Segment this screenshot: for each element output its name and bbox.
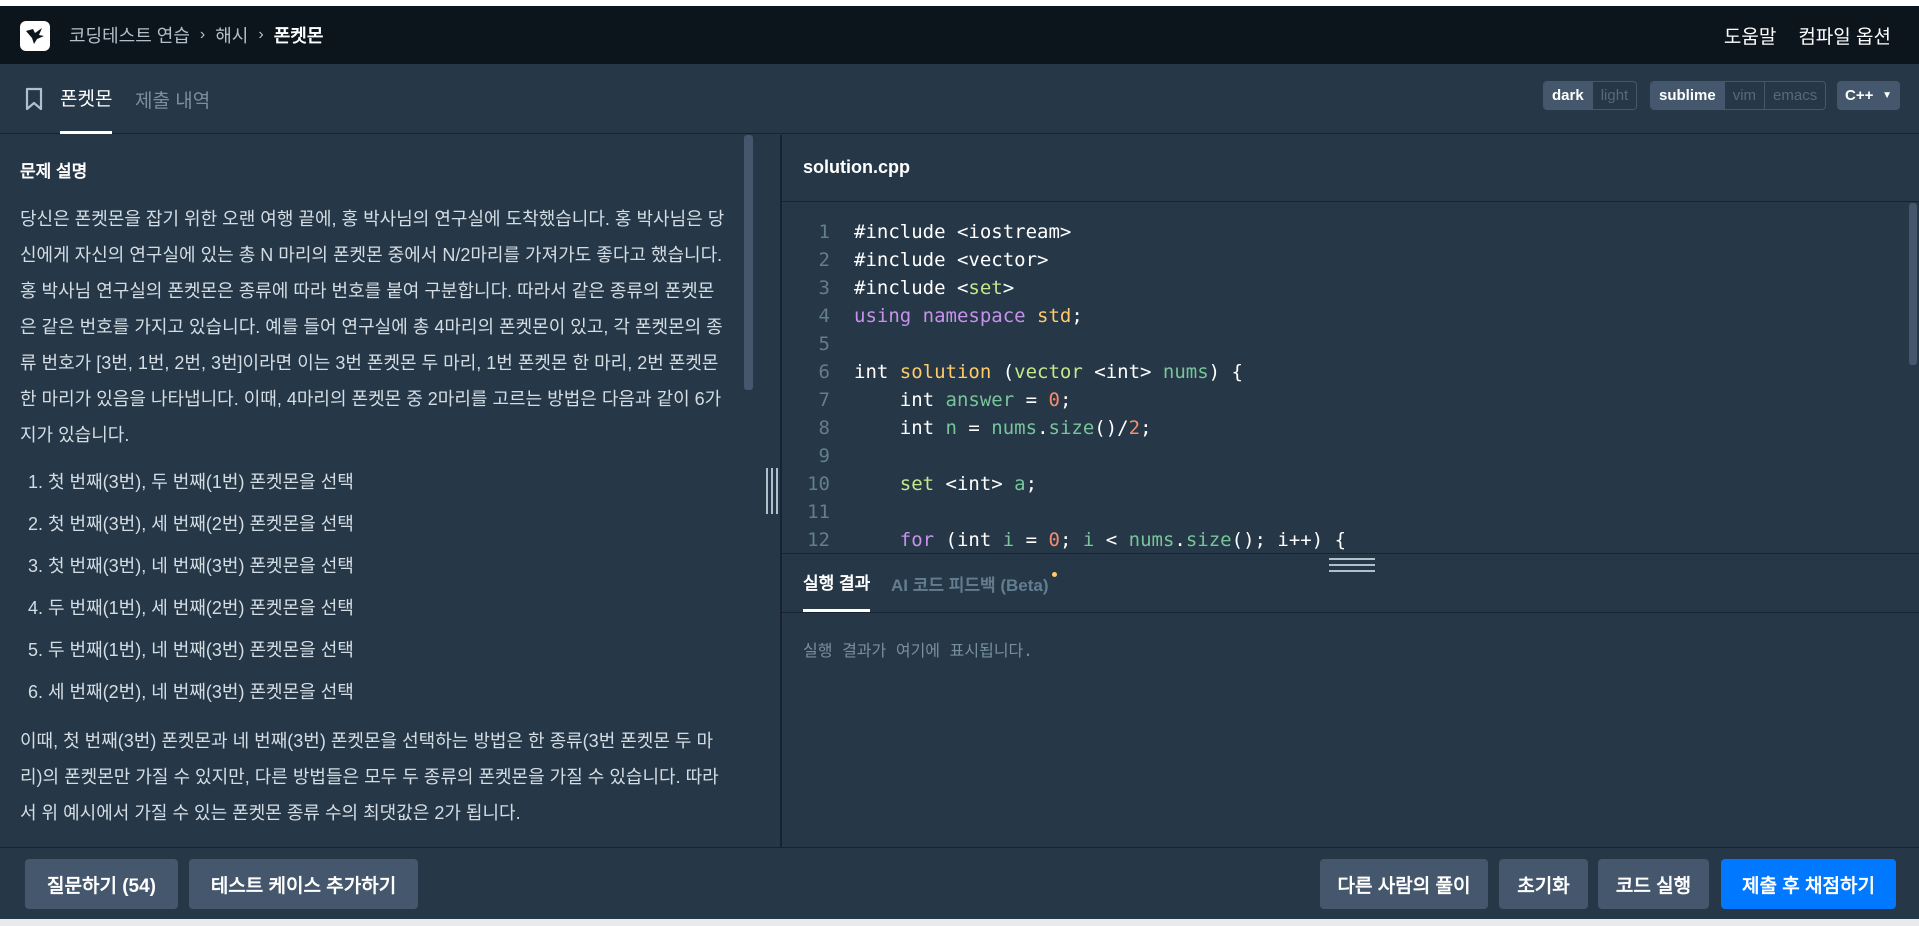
list-item: 첫 번째(3번), 네 번째(3번) 폰켓몬을 선택 xyxy=(48,545,725,587)
list-item: 첫 번째(3번), 두 번째(1번) 폰켓몬을 선택 xyxy=(48,461,725,503)
problem-title: 문제 설명 xyxy=(20,162,88,181)
line-number: 3 xyxy=(818,277,830,299)
window-bottom-edge xyxy=(0,919,1919,926)
editor-resize-handle[interactable] xyxy=(1329,558,1375,572)
file-name-tab[interactable]: solution.cpp xyxy=(803,157,910,178)
code-line: 10 set <int> a; xyxy=(782,473,1919,501)
problem-body: 당신은 폰켓몬을 잡기 위한 오랜 여행 끝에, 홍 박사님의 연구실에 도착했… xyxy=(20,201,725,831)
problem-paragraph: 홍 박사님 연구실의 폰켓몬은 종류에 따라 번호를 붙여 구분합니다. 따라서… xyxy=(20,281,723,445)
action-footer: 질문하기 (54) 테스트 케이스 추가하기 다른 사람의 풀이 초기화 코드 … xyxy=(0,847,1919,919)
ask-question-button[interactable]: 질문하기 (54) xyxy=(25,859,178,909)
breadcrumb-item-hash[interactable]: 해시 xyxy=(215,22,248,48)
tab-submissions[interactable]: 제출 내역 xyxy=(135,64,210,134)
subheader: 폰켓몬 제출 내역 dark light sublime vim emacs C… xyxy=(0,64,1919,134)
code-line: 12 for (int i = 0; i < nums.size(); i++)… xyxy=(782,529,1919,553)
line-number: 1 xyxy=(818,221,830,243)
editor-scrollbar[interactable] xyxy=(1909,203,1917,365)
keymap-sublime-option[interactable]: sublime xyxy=(1651,82,1724,109)
top-header: 코딩테스트 연습 › 해시 › 폰켓몬 도움말 컴파일 옵션 xyxy=(0,6,1919,64)
list-item: 두 번째(1번), 세 번째(2번) 폰켓몬을 선택 xyxy=(48,587,725,629)
code-line: 8 int n = nums.size()/2; xyxy=(782,417,1919,445)
keymap-toggle: sublime vim emacs xyxy=(1650,81,1827,110)
code-line: 9 xyxy=(782,445,1919,473)
language-select[interactable]: C++ ▼ xyxy=(1837,81,1900,110)
compile-options-link[interactable]: 컴파일 옵션 xyxy=(1798,22,1891,49)
line-number: 9 xyxy=(818,445,830,467)
theme-toggle: dark light xyxy=(1543,81,1638,110)
code-line: 4 using namespace std; xyxy=(782,305,1919,333)
caret-down-icon: ▼ xyxy=(1882,90,1892,101)
breadcrumb-item-current: 폰켓몬 xyxy=(273,26,324,46)
theme-light-option[interactable]: light xyxy=(1591,82,1637,109)
problem-paragraph: 이때, 첫 번째(3번) 폰켓몬과 네 번째(3번) 폰켓몬을 선택하는 방법은… xyxy=(20,731,719,823)
code-line: 6 int solution (vector <int> nums) { xyxy=(782,361,1919,389)
panel-resize-handle[interactable] xyxy=(766,468,778,514)
language-select-value: C++ xyxy=(1845,87,1874,104)
programmers-logo-icon[interactable] xyxy=(20,21,50,51)
add-test-case-button[interactable]: 테스트 케이스 추가하기 xyxy=(189,859,418,909)
tab-problem[interactable]: 폰켓몬 xyxy=(60,64,113,134)
new-badge-dot-icon xyxy=(1051,571,1057,577)
line-number: 10 xyxy=(807,473,830,495)
code-line: 3 #include <set> xyxy=(782,277,1919,305)
line-number: 7 xyxy=(818,389,830,411)
submit-button[interactable]: 제출 후 채점하기 xyxy=(1721,859,1896,909)
code-text: int solution (vector <int> nums) { xyxy=(854,361,1243,383)
help-link[interactable]: 도움말 xyxy=(1724,22,1776,49)
code-panel: solution.cpp 1 #include <iostream> 2 #incl… xyxy=(782,135,1919,847)
line-number: 6 xyxy=(818,361,830,383)
code-text: using namespace std; xyxy=(854,305,1083,327)
list-item: 세 번째(2번), 네 번째(3번) 폰켓몬을 선택 xyxy=(48,671,725,713)
file-tab-bar: solution.cpp xyxy=(782,135,1919,202)
code-text: for (int i = 0; i < nums.size(); i++) { xyxy=(899,529,1347,551)
others-solutions-button[interactable]: 다른 사람의 풀이 xyxy=(1320,859,1488,909)
code-line: 5 xyxy=(782,333,1919,361)
breadcrumb: 코딩테스트 연습 › 해시 › 폰켓몬 xyxy=(69,6,323,64)
description-scrollbar[interactable] xyxy=(744,135,753,390)
code-text: int answer = 0; xyxy=(854,389,1072,411)
problem-description-panel: 문제 설명 당신은 폰켓몬을 잡기 위한 오랜 여행 끝에, 홍 박사님의 연구… xyxy=(0,135,757,847)
code-line: 1 #include <iostream> xyxy=(782,221,1919,249)
line-number: 5 xyxy=(818,333,830,355)
line-number: 8 xyxy=(818,417,830,439)
code-line: 7 int answer = 0; xyxy=(782,389,1919,417)
tab-run-result[interactable]: 실행 결과 xyxy=(803,554,871,612)
code-text: #include <iostream> xyxy=(854,221,1072,243)
list-item: 두 번째(1번), 네 번째(3번) 폰켓몬을 선택 xyxy=(48,629,725,671)
tab-ai-feedback[interactable]: AI 코드 피드백 (Beta) xyxy=(891,554,1057,612)
tab-ai-feedback-label: AI 코드 피드백 (Beta) xyxy=(891,575,1049,595)
keymap-vim-option[interactable]: vim xyxy=(1723,82,1764,109)
code-text: #include <vector> xyxy=(854,249,1049,271)
result-output: 실행 결과가 여기에 표시됩니다. xyxy=(803,641,1033,660)
code-text: #include <set> xyxy=(854,277,1015,299)
code-text: int n = nums.size()/2; xyxy=(854,417,1152,439)
chevron-right-icon: › xyxy=(199,26,206,43)
line-number: 4 xyxy=(818,305,830,327)
line-number: 12 xyxy=(807,529,830,551)
code-editor[interactable]: 1 #include <iostream> 2 #include <vector> … xyxy=(782,203,1919,553)
line-number: 2 xyxy=(818,249,830,271)
chevron-right-icon: › xyxy=(258,26,264,43)
keymap-emacs-option[interactable]: emacs xyxy=(1764,82,1825,109)
line-number: 11 xyxy=(807,501,830,523)
selection-options-list: 첫 번째(3번), 두 번째(1번) 폰켓몬을 선택 첫 번째(3번), 세 번… xyxy=(48,461,725,713)
problem-paragraph: 당신은 폰켓몬을 잡기 위한 오랜 여행 끝에, 홍 박사님의 연구실에 도착했… xyxy=(20,209,725,265)
code-line: 2 #include <vector> xyxy=(782,249,1919,277)
code-text: set <int> a; xyxy=(899,473,1038,495)
bookmark-icon[interactable] xyxy=(24,87,44,116)
breadcrumb-item-coding-test[interactable]: 코딩테스트 연습 xyxy=(69,22,190,48)
code-line: 11 xyxy=(782,501,1919,529)
reset-button[interactable]: 초기화 xyxy=(1499,859,1588,909)
list-item: 첫 번째(3번), 세 번째(2번) 폰켓몬을 선택 xyxy=(48,503,725,545)
run-code-button[interactable]: 코드 실행 xyxy=(1598,859,1709,909)
theme-dark-option[interactable]: dark xyxy=(1544,82,1592,109)
